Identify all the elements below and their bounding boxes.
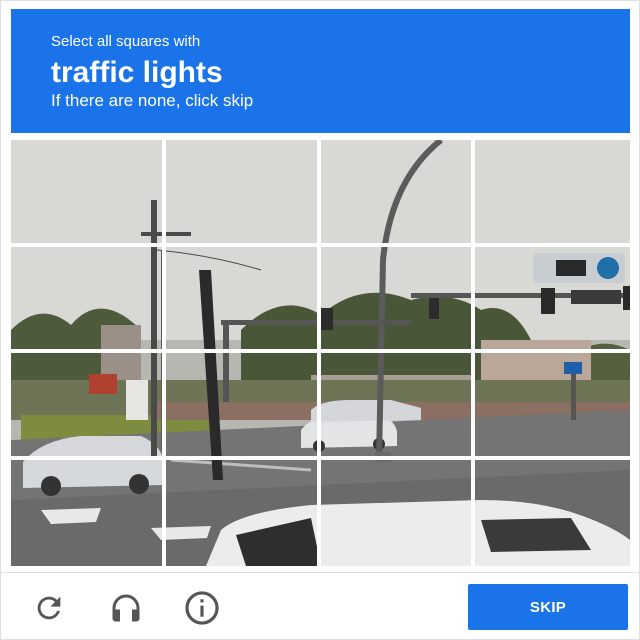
grid-tile[interactable]: [475, 460, 630, 567]
grid-tile[interactable]: [11, 353, 166, 460]
grid-tile[interactable]: [320, 246, 476, 353]
grid-tile[interactable]: [320, 353, 476, 460]
headphones-icon[interactable]: [106, 588, 146, 628]
captcha-frame: Select all squares with traffic lights I…: [0, 0, 640, 640]
instruction-header: Select all squares with traffic lights I…: [11, 9, 630, 133]
grid-tile[interactable]: [320, 140, 476, 247]
info-icon[interactable]: [182, 588, 222, 628]
image-grid: [11, 140, 630, 566]
skip-button[interactable]: SKIP: [468, 584, 628, 630]
grid-tile[interactable]: [11, 459, 166, 566]
grid-tile[interactable]: [166, 459, 321, 566]
grid-tile[interactable]: [475, 140, 630, 247]
grid-tile[interactable]: [165, 140, 321, 247]
skip-hint: If there are none, click skip: [51, 91, 254, 110]
grid-tile[interactable]: [165, 246, 321, 353]
instruction-text: Select all squares with: [51, 33, 201, 50]
tile-grid: [11, 140, 630, 566]
reload-icon[interactable]: [29, 588, 69, 628]
grid-tile[interactable]: [321, 459, 476, 566]
target-object: traffic lights: [51, 56, 223, 89]
grid-tile[interactable]: [11, 246, 166, 353]
grid-tile[interactable]: [475, 247, 630, 353]
grid-tile[interactable]: [165, 353, 321, 460]
grid-tile[interactable]: [11, 140, 166, 247]
footer-divider: [1, 572, 640, 573]
grid-tile[interactable]: [475, 353, 630, 460]
